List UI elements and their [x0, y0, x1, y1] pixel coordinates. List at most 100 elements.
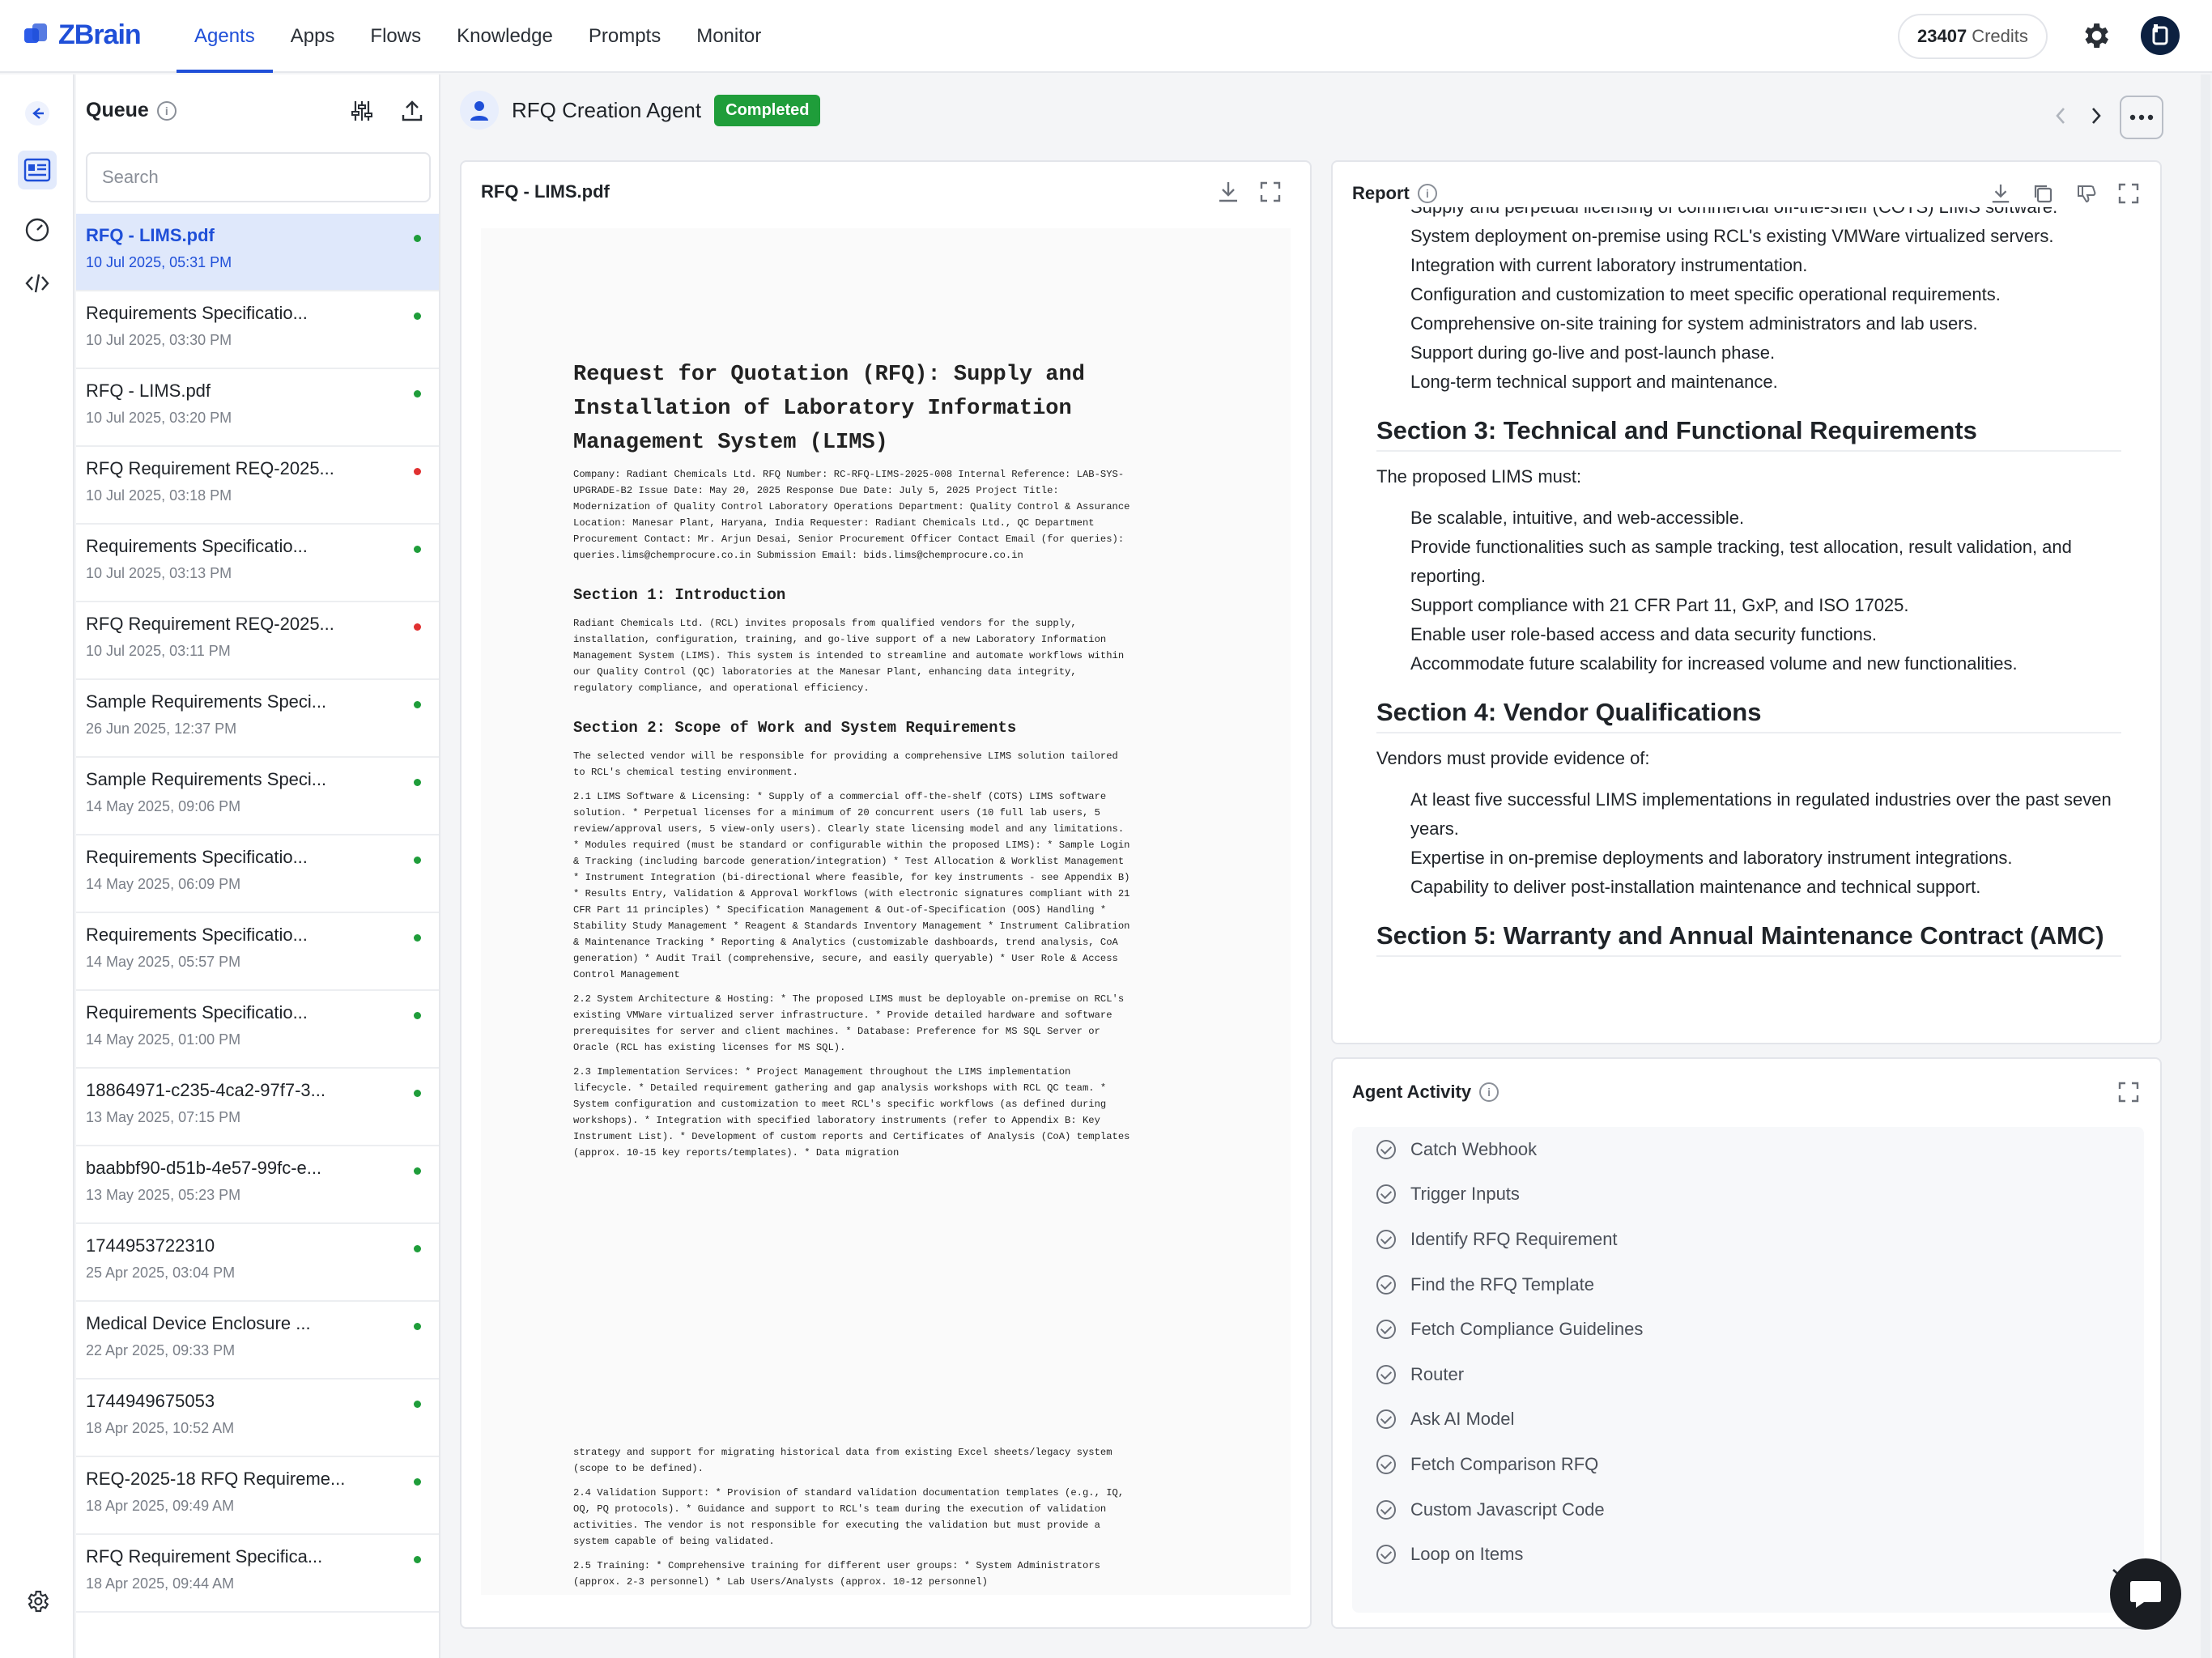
- activity-step[interactable]: Fetch Compliance Guidelines: [1352, 1307, 2144, 1352]
- queue-item-title: RFQ Requirement REQ-2025...: [86, 614, 334, 634]
- queue-item[interactable]: Requirements Specificatio... 14 May 2025,…: [76, 835, 439, 913]
- info-icon[interactable]: i: [1479, 1082, 1499, 1102]
- agents-dashboard-icon[interactable]: [18, 151, 57, 189]
- expand-icon[interactable]: [2115, 1078, 2142, 1106]
- queue-item-date: 14 May 2025, 06:09 PM: [86, 876, 241, 892]
- report-section-4-lead: Vendors must provide evidence of:: [1376, 748, 1650, 768]
- queue-item[interactable]: 18864971-c235-4ca2-97f7-3... 13 May 2025,…: [76, 1069, 439, 1146]
- queue-item[interactable]: RFQ Requirement REQ-2025... 10 Jul 2025, …: [76, 447, 439, 525]
- queue-item[interactable]: RFQ Requirement Specifica... 18 Apr 2025,…: [76, 1535, 439, 1613]
- queue-item[interactable]: RFQ - LIMS.pdf 10 Jul 2025, 05:31 PM: [76, 214, 439, 291]
- status-dot: [414, 1012, 421, 1019]
- report-list-item: Provide functionalities such as sample t…: [1410, 537, 2072, 586]
- activity-step-label: Trigger Inputs: [1410, 1184, 1520, 1205]
- activity-step[interactable]: Router: [1352, 1352, 2144, 1397]
- status-dot: [414, 857, 421, 864]
- queue-item[interactable]: Requirements Specificatio... 10 Jul 2025,…: [76, 525, 439, 602]
- queue-item-title: RFQ Requirement Specifica...: [86, 1546, 323, 1567]
- queue-item-title: Requirements Specificatio...: [86, 536, 308, 556]
- queue-panel: Queue i RFQ - LIMS.pdf 10 Jul 2025, 05:31…: [76, 74, 440, 1658]
- report-list-item: System deployment on-premise using RCL's…: [1410, 226, 2054, 246]
- queue-item-date: 18 Apr 2025, 09:44 AM: [86, 1575, 235, 1592]
- activity-step[interactable]: Trigger Inputs: [1352, 1172, 2144, 1218]
- pdf-page[interactable]: Request for Quotation (RFQ): Supply and …: [481, 228, 1291, 1595]
- queue-search-input[interactable]: [86, 152, 431, 202]
- info-icon[interactable]: i: [1417, 184, 1437, 203]
- pdf-meta: Company: Radiant Chemicals Ltd. RFQ Numb…: [573, 469, 1130, 561]
- queue-item-title: Medical Device Enclosure ...: [86, 1313, 311, 1333]
- chat-support-button[interactable]: [2110, 1558, 2181, 1630]
- queue-item[interactable]: Requirements Specificatio... 10 Jul 2025,…: [76, 291, 439, 369]
- copy-icon[interactable]: [2029, 180, 2057, 207]
- credits-value: 23407: [1917, 26, 1967, 46]
- speedometer-icon[interactable]: [18, 210, 57, 249]
- queue-item[interactable]: RFQ - LIMS.pdf 10 Jul 2025, 03:20 PM: [76, 369, 439, 447]
- report-section-4-list: At least five successful LIMS implementa…: [1376, 785, 2121, 902]
- settings-gear-icon[interactable]: [18, 1582, 57, 1621]
- thumbs-down-icon[interactable]: [2073, 180, 2100, 207]
- activity-step[interactable]: Ask AI Model: [1352, 1397, 2144, 1443]
- upload-icon[interactable]: [398, 97, 426, 125]
- queue-item-title: RFQ - LIMS.pdf: [86, 225, 215, 245]
- nav-prompts[interactable]: Prompts: [571, 0, 678, 73]
- download-icon[interactable]: [1987, 180, 2014, 207]
- queue-item[interactable]: RFQ Requirement REQ-2025... 10 Jul 2025, …: [76, 602, 439, 680]
- report-panel: Report i Supply and perpetual licensing …: [1331, 160, 2162, 1044]
- queue-item[interactable]: Medical Device Enclosure ... 22 Apr 2025,…: [76, 1302, 439, 1380]
- expand-icon[interactable]: [2115, 180, 2142, 207]
- expand-icon[interactable]: [1257, 178, 1284, 206]
- info-icon[interactable]: i: [156, 100, 177, 121]
- code-icon[interactable]: [18, 264, 57, 303]
- status-dot: [414, 235, 421, 242]
- activity-step[interactable]: Custom Javascript Code: [1352, 1487, 2144, 1533]
- report-section-3-lead: The proposed LIMS must:: [1376, 466, 1582, 487]
- nav-apps[interactable]: Apps: [273, 0, 353, 73]
- queue-title: Queue: [86, 99, 149, 121]
- status-dot: [414, 1245, 421, 1252]
- nav-monitor[interactable]: Monitor: [678, 0, 779, 73]
- activity-step[interactable]: Catch Webhook: [1352, 1127, 2144, 1172]
- activity-step[interactable]: Identify RFQ Requirement: [1352, 1217, 2144, 1262]
- credits-label: Credits: [1972, 26, 2028, 46]
- queue-item-title: 1744949675053: [86, 1391, 215, 1411]
- credits-badge[interactable]: 23407 Credits: [1898, 14, 2048, 59]
- zbrain-logo[interactable]: ZBrain: [24, 19, 142, 51]
- activity-step[interactable]: Find the RFQ Template: [1352, 1262, 2144, 1307]
- page-scrollbar[interactable]: [2201, 74, 2210, 1658]
- status-dot: [414, 934, 421, 942]
- report-header: Report i: [1352, 183, 1437, 204]
- queue-item[interactable]: Sample Requirements Speci... 14 May 2025,…: [76, 758, 439, 835]
- report-section-4-title: Section 4: Vendor Qualifications: [1376, 698, 2121, 733]
- chevron-left-icon[interactable]: [2052, 104, 2069, 132]
- nav-flows[interactable]: Flows: [352, 0, 439, 73]
- nav-agents[interactable]: Agents: [177, 0, 273, 73]
- check-circle-icon: [1376, 1229, 1396, 1249]
- user-avatar[interactable]: [2141, 16, 2180, 55]
- report-list-item: Integration with current laboratory inst…: [1410, 255, 1808, 275]
- queue-item[interactable]: 1744949675053 18 Apr 2025, 10:52 AM: [76, 1380, 439, 1457]
- activity-header: Agent Activity i: [1352, 1082, 1499, 1103]
- activity-step[interactable]: Loop on Items: [1352, 1532, 2144, 1577]
- activity-step[interactable]: Fetch Comparison RFQ: [1352, 1442, 2144, 1487]
- pdf-section-2-intro: The selected vendor will be responsible …: [573, 750, 1118, 778]
- report-content[interactable]: Supply and perpetual licensing of commer…: [1352, 207, 2131, 975]
- filter-sliders-icon[interactable]: [348, 97, 376, 125]
- activity-step-label: Catch Webhook: [1410, 1138, 1538, 1159]
- pdf-section-1-title: Section 1: Introduction: [573, 586, 786, 604]
- status-dot: [414, 1556, 421, 1563]
- nav-knowledge[interactable]: Knowledge: [439, 0, 571, 73]
- more-options-button[interactable]: [2120, 96, 2163, 139]
- queue-item[interactable]: Requirements Specificatio... 14 May 2025,…: [76, 991, 439, 1069]
- queue-item[interactable]: baabbf90-d51b-4e57-99fc-e... 13 May 2025,…: [76, 1146, 439, 1224]
- queue-item[interactable]: REQ-2025-18 RFQ Requireme... 18 Apr 2025,…: [76, 1457, 439, 1535]
- report-text: Supply and perpetual licensing of commer…: [1376, 207, 2121, 971]
- queue-item[interactable]: Requirements Specificatio... 14 May 2025,…: [76, 913, 439, 991]
- settings-gear-icon[interactable]: [2079, 19, 2112, 52]
- queue-item[interactable]: 1744953722310 25 Apr 2025, 03:04 PM: [76, 1224, 439, 1302]
- collapse-arrow-icon[interactable]: [18, 94, 57, 133]
- queue-item-title: Requirements Specificatio...: [86, 303, 308, 323]
- chevron-right-icon[interactable]: [2087, 104, 2105, 132]
- download-icon[interactable]: [1214, 178, 1242, 206]
- check-circle-icon: [1376, 1184, 1396, 1205]
- queue-item[interactable]: Sample Requirements Speci... 26 Jun 2025,…: [76, 680, 439, 758]
